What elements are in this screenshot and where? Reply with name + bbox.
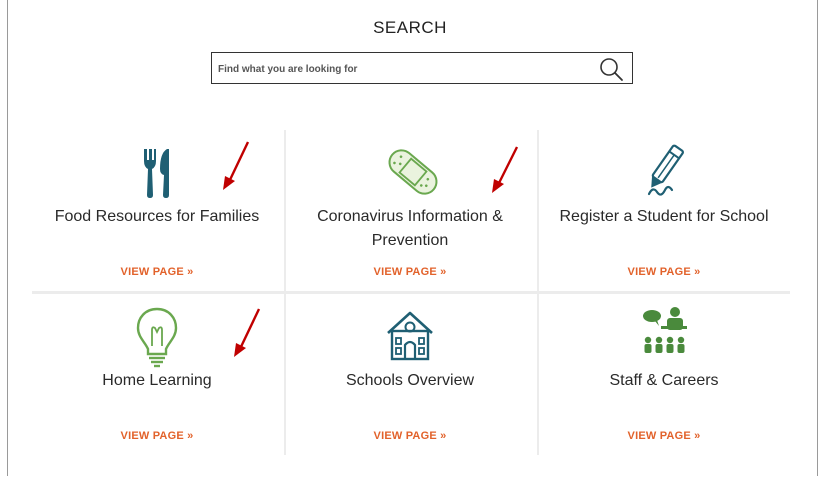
pencil-icon (647, 144, 684, 196)
search-heading: SEARCH (373, 18, 447, 37)
annotation-arrow (234, 308, 261, 357)
view-page-link[interactable]: VIEW PAGE » (32, 430, 282, 442)
search-box (211, 52, 633, 84)
tile-title: Schools Overview (345, 372, 475, 389)
fork-knife-icon (144, 149, 169, 198)
view-page-link[interactable]: VIEW PAGE » (285, 266, 535, 278)
tile-staff-careers[interactable]: Staff & Careers VIEW PAGE » (539, 294, 789, 454)
search-icon[interactable] (598, 56, 624, 82)
view-page-link[interactable]: VIEW PAGE » (539, 430, 789, 442)
tile-title: Staff & Careers (609, 372, 719, 389)
tile-title: Coronavirus Information & Prevention (317, 208, 503, 249)
view-page-link[interactable]: VIEW PAGE » (32, 266, 282, 278)
bandage-icon (388, 149, 438, 195)
tile-register-student[interactable]: Register a Student for School VIEW PAGE … (539, 130, 789, 290)
tile-schools-overview[interactable]: Schools Overview VIEW PAGE » (285, 294, 535, 454)
school-building-icon (387, 311, 433, 361)
search-input[interactable] (218, 59, 578, 79)
staff-group-icon (643, 307, 687, 353)
tile-title: Home Learning (102, 372, 212, 389)
lightbulb-icon (136, 307, 178, 368)
annotation-arrow (223, 141, 250, 190)
tile-title: Register a Student for School (559, 208, 769, 225)
view-page-link[interactable]: VIEW PAGE » (285, 430, 535, 442)
resource-grid: Food Resources for Families VIEW PAGE » … (32, 130, 790, 455)
annotation-arrow (492, 146, 519, 193)
view-page-link[interactable]: VIEW PAGE » (539, 266, 789, 278)
tile-title: Food Resources for Families (54, 208, 260, 225)
